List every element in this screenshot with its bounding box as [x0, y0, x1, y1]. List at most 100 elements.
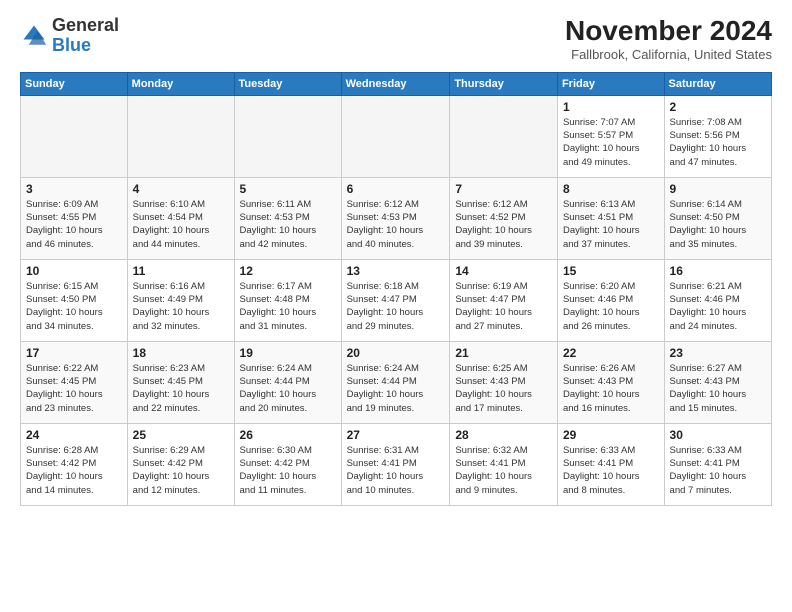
header: General Blue November 2024 Fallbrook, Ca…	[20, 16, 772, 62]
day-info: Sunrise: 6:17 AMSunset: 4:48 PMDaylight:…	[240, 280, 336, 333]
calendar-cell: 17 Sunrise: 6:22 AMSunset: 4:45 PMDayligh…	[21, 341, 128, 423]
day-info: Sunrise: 6:22 AMSunset: 4:45 PMDaylight:…	[26, 362, 122, 415]
day-info: Sunrise: 6:24 AMSunset: 4:44 PMDaylight:…	[347, 362, 445, 415]
weekday-header-row: SundayMondayTuesdayWednesdayThursdayFrid…	[21, 72, 772, 95]
logo: General Blue	[20, 16, 119, 56]
calendar-cell: 7 Sunrise: 6:12 AMSunset: 4:52 PMDaylight…	[450, 177, 558, 259]
calendar-header: SundayMondayTuesdayWednesdayThursdayFrid…	[21, 72, 772, 95]
logo-general-text: General	[52, 15, 119, 35]
calendar-cell: 16 Sunrise: 6:21 AMSunset: 4:46 PMDayligh…	[664, 259, 771, 341]
day-info: Sunrise: 6:26 AMSunset: 4:43 PMDaylight:…	[563, 362, 659, 415]
day-info: Sunrise: 6:18 AMSunset: 4:47 PMDaylight:…	[347, 280, 445, 333]
logo-blue-text: Blue	[52, 35, 91, 55]
day-number: 12	[240, 264, 336, 278]
calendar-cell: 5 Sunrise: 6:11 AMSunset: 4:53 PMDaylight…	[234, 177, 341, 259]
day-info: Sunrise: 6:11 AMSunset: 4:53 PMDaylight:…	[240, 198, 336, 251]
month-title: November 2024	[565, 16, 772, 47]
calendar-cell: 11 Sunrise: 6:16 AMSunset: 4:49 PMDayligh…	[127, 259, 234, 341]
weekday-header-wednesday: Wednesday	[341, 72, 450, 95]
weekday-header-monday: Monday	[127, 72, 234, 95]
day-number: 16	[670, 264, 766, 278]
day-number: 21	[455, 346, 552, 360]
calendar-cell: 27Sunrise: 6:31 AMSunset: 4:41 PMDayligh…	[341, 423, 450, 505]
calendar-cell: 2Sunrise: 7:08 AMSunset: 5:56 PMDaylight…	[664, 95, 771, 177]
day-number: 8	[563, 182, 659, 196]
day-info: Sunrise: 6:12 AMSunset: 4:53 PMDaylight:…	[347, 198, 445, 251]
day-info: Sunrise: 6:31 AMSunset: 4:41 PMDaylight:…	[347, 444, 445, 497]
calendar-week-3: 10Sunrise: 6:15 AMSunset: 4:50 PMDayligh…	[21, 259, 772, 341]
calendar-cell	[127, 95, 234, 177]
day-number: 13	[347, 264, 445, 278]
day-info: Sunrise: 6:25 AMSunset: 4:43 PMDaylight:…	[455, 362, 552, 415]
calendar-cell: 19Sunrise: 6:24 AMSunset: 4:44 PMDayligh…	[234, 341, 341, 423]
calendar-cell: 24 Sunrise: 6:28 AMSunset: 4:42 PMDayligh…	[21, 423, 128, 505]
day-info: Sunrise: 6:27 AMSunset: 4:43 PMDaylight:…	[670, 362, 766, 415]
calendar-cell: 15 Sunrise: 6:20 AMSunset: 4:46 PMDayligh…	[557, 259, 664, 341]
calendar-cell: 18 Sunrise: 6:23 AMSunset: 4:45 PMDayligh…	[127, 341, 234, 423]
day-number: 30	[670, 428, 766, 442]
calendar-week-4: 17 Sunrise: 6:22 AMSunset: 4:45 PMDayligh…	[21, 341, 772, 423]
day-number: 6	[347, 182, 445, 196]
day-info: Sunrise: 6:20 AMSunset: 4:46 PMDaylight:…	[563, 280, 659, 333]
day-info: Sunrise: 6:24 AMSunset: 4:44 PMDaylight:…	[240, 362, 336, 415]
calendar-week-2: 3Sunrise: 6:09 AMSunset: 4:55 PMDaylight…	[21, 177, 772, 259]
calendar-cell: 6 Sunrise: 6:12 AMSunset: 4:53 PMDaylight…	[341, 177, 450, 259]
calendar-cell	[21, 95, 128, 177]
calendar-cell: 1 Sunrise: 7:07 AMSunset: 5:57 PMDaylight…	[557, 95, 664, 177]
weekday-header-sunday: Sunday	[21, 72, 128, 95]
weekday-header-tuesday: Tuesday	[234, 72, 341, 95]
logo-icon	[20, 22, 48, 50]
calendar-week-1: 1 Sunrise: 7:07 AMSunset: 5:57 PMDaylight…	[21, 95, 772, 177]
calendar-cell: 14 Sunrise: 6:19 AMSunset: 4:47 PMDayligh…	[450, 259, 558, 341]
day-info: Sunrise: 6:23 AMSunset: 4:45 PMDaylight:…	[133, 362, 229, 415]
day-number: 5	[240, 182, 336, 196]
day-number: 22	[563, 346, 659, 360]
day-number: 23	[670, 346, 766, 360]
day-number: 3	[26, 182, 122, 196]
weekday-header-thursday: Thursday	[450, 72, 558, 95]
day-number: 25	[133, 428, 229, 442]
day-number: 11	[133, 264, 229, 278]
day-number: 1	[563, 100, 659, 114]
calendar-week-5: 24 Sunrise: 6:28 AMSunset: 4:42 PMDayligh…	[21, 423, 772, 505]
day-number: 4	[133, 182, 229, 196]
day-number: 14	[455, 264, 552, 278]
title-area: November 2024 Fallbrook, California, Uni…	[565, 16, 772, 62]
day-number: 7	[455, 182, 552, 196]
day-info: Sunrise: 6:19 AMSunset: 4:47 PMDaylight:…	[455, 280, 552, 333]
day-info: Sunrise: 6:29 AMSunset: 4:42 PMDaylight:…	[133, 444, 229, 497]
calendar-cell: 26Sunrise: 6:30 AMSunset: 4:42 PMDayligh…	[234, 423, 341, 505]
day-number: 24	[26, 428, 122, 442]
calendar-cell: 20 Sunrise: 6:24 AMSunset: 4:44 PMDayligh…	[341, 341, 450, 423]
day-number: 17	[26, 346, 122, 360]
calendar-cell: 21 Sunrise: 6:25 AMSunset: 4:43 PMDayligh…	[450, 341, 558, 423]
day-number: 18	[133, 346, 229, 360]
day-info: Sunrise: 6:33 AMSunset: 4:41 PMDaylight:…	[563, 444, 659, 497]
calendar-cell: 25 Sunrise: 6:29 AMSunset: 4:42 PMDayligh…	[127, 423, 234, 505]
day-number: 9	[670, 182, 766, 196]
page: General Blue November 2024 Fallbrook, Ca…	[0, 0, 792, 612]
day-number: 20	[347, 346, 445, 360]
calendar-cell	[234, 95, 341, 177]
day-info: Sunrise: 7:07 AMSunset: 5:57 PMDaylight:…	[563, 116, 659, 169]
day-info: Sunrise: 6:10 AMSunset: 4:54 PMDaylight:…	[133, 198, 229, 251]
calendar-cell: 30 Sunrise: 6:33 AMSunset: 4:41 PMDayligh…	[664, 423, 771, 505]
calendar-cell	[341, 95, 450, 177]
day-info: Sunrise: 6:16 AMSunset: 4:49 PMDaylight:…	[133, 280, 229, 333]
day-info: Sunrise: 6:14 AMSunset: 4:50 PMDaylight:…	[670, 198, 766, 251]
day-info: Sunrise: 6:33 AMSunset: 4:41 PMDaylight:…	[670, 444, 766, 497]
weekday-header-saturday: Saturday	[664, 72, 771, 95]
day-info: Sunrise: 6:21 AMSunset: 4:46 PMDaylight:…	[670, 280, 766, 333]
day-info: Sunrise: 6:13 AMSunset: 4:51 PMDaylight:…	[563, 198, 659, 251]
calendar-cell	[450, 95, 558, 177]
day-number: 15	[563, 264, 659, 278]
day-info: Sunrise: 6:30 AMSunset: 4:42 PMDaylight:…	[240, 444, 336, 497]
day-info: Sunrise: 7:08 AMSunset: 5:56 PMDaylight:…	[670, 116, 766, 169]
calendar-cell: 22 Sunrise: 6:26 AMSunset: 4:43 PMDayligh…	[557, 341, 664, 423]
calendar-cell: 3Sunrise: 6:09 AMSunset: 4:55 PMDaylight…	[21, 177, 128, 259]
day-info: Sunrise: 6:28 AMSunset: 4:42 PMDaylight:…	[26, 444, 122, 497]
day-info: Sunrise: 6:12 AMSunset: 4:52 PMDaylight:…	[455, 198, 552, 251]
location: Fallbrook, California, United States	[565, 47, 772, 62]
calendar-cell: 13 Sunrise: 6:18 AMSunset: 4:47 PMDayligh…	[341, 259, 450, 341]
weekday-header-friday: Friday	[557, 72, 664, 95]
